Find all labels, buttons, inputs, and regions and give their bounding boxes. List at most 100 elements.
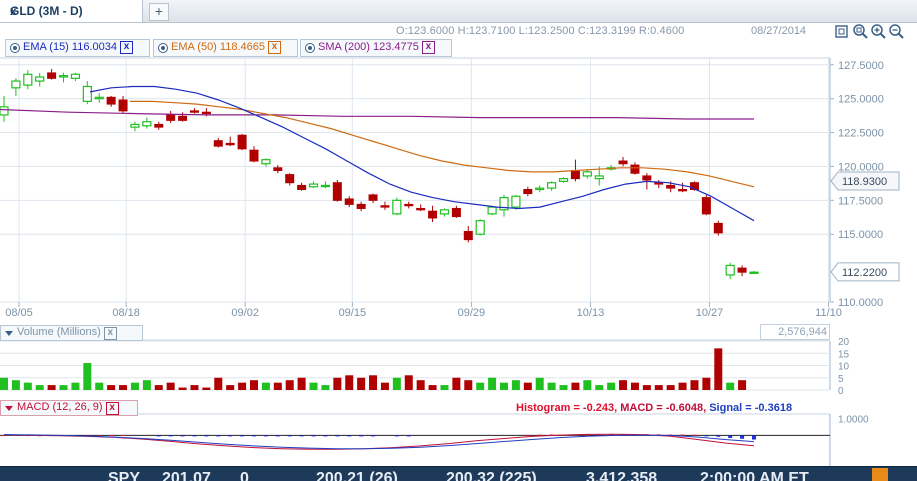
candle-down[interactable] <box>285 174 295 184</box>
macd-panel-header[interactable]: MACD (12, 26, 9) x <box>0 400 138 416</box>
candle-down[interactable] <box>523 188 533 195</box>
macd-histogram-bar <box>228 435 233 437</box>
candle-up[interactable] <box>308 183 319 188</box>
date-tick-label: 08/05 <box>5 307 33 319</box>
candle-up[interactable] <box>261 159 271 165</box>
candle-up[interactable] <box>82 85 92 102</box>
candle-down[interactable] <box>451 207 461 218</box>
volume-title: Volume (Millions) <box>17 326 101 338</box>
candle-down[interactable] <box>654 182 664 185</box>
macd-histogram-bar <box>2 435 6 437</box>
volume-bar <box>642 385 651 390</box>
candle-down[interactable] <box>106 96 116 105</box>
candle-up[interactable] <box>94 96 104 100</box>
macd-histogram-bar <box>525 434 530 436</box>
remove-panel-icon[interactable]: x <box>105 402 119 415</box>
candle-down[interactable] <box>630 164 640 174</box>
candle-down[interactable] <box>213 140 223 147</box>
volume-tick-label: 0 <box>838 386 844 397</box>
candle-down[interactable] <box>463 231 473 241</box>
candle-up[interactable] <box>475 220 485 235</box>
volume-bar <box>523 382 532 390</box>
candle-down[interactable] <box>189 110 199 113</box>
candle-up[interactable] <box>487 206 497 215</box>
volume-bar <box>35 385 44 390</box>
candle-down[interactable] <box>368 194 378 201</box>
volume-bar <box>654 385 663 390</box>
candle-down[interactable] <box>570 170 580 180</box>
candle-down[interactable] <box>237 134 247 150</box>
candle-down[interactable] <box>428 210 438 219</box>
candle-up[interactable] <box>725 264 735 276</box>
macd-histogram-bar <box>347 435 352 437</box>
macd-histogram-bar <box>704 435 709 437</box>
candle-up[interactable] <box>11 80 21 89</box>
candle-up[interactable] <box>70 73 81 79</box>
candle-up[interactable] <box>594 175 604 180</box>
candle-down[interactable] <box>249 149 259 162</box>
macd-histogram-bar <box>263 435 268 437</box>
candle-down[interactable] <box>154 123 164 128</box>
candle-up[interactable] <box>582 171 592 177</box>
collapse-arrow-icon[interactable] <box>5 331 13 336</box>
candle-down[interactable] <box>701 197 711 215</box>
candle-down[interactable] <box>47 72 57 79</box>
candle-down[interactable] <box>118 99 128 112</box>
candle-down[interactable] <box>344 198 354 205</box>
volume-tick-label: 15 <box>838 349 850 360</box>
macd-histogram-bar <box>192 435 197 437</box>
candle-down[interactable] <box>737 267 747 273</box>
candle-down[interactable] <box>666 184 676 189</box>
candle-up[interactable] <box>130 123 140 128</box>
candle-down[interactable] <box>297 184 307 190</box>
candle-down[interactable] <box>642 175 652 181</box>
candle-down[interactable] <box>225 142 235 146</box>
candle-up[interactable] <box>547 182 557 189</box>
volume-bar <box>238 382 247 390</box>
macd-histogram-bar <box>394 435 399 437</box>
candle-down[interactable] <box>356 203 366 209</box>
ticker-volume: 3,412,358 <box>586 470 658 481</box>
candle-down[interactable] <box>380 205 390 208</box>
macd-histogram-bar <box>716 435 721 437</box>
volume-bar <box>535 377 544 390</box>
candle-up[interactable] <box>511 195 521 208</box>
candle-up[interactable] <box>392 199 402 215</box>
candle-down[interactable] <box>201 111 211 115</box>
collapse-arrow-icon[interactable] <box>5 406 13 411</box>
volume-panel-header[interactable]: Volume (Millions) x <box>0 325 143 341</box>
remove-panel-icon[interactable]: x <box>103 327 117 340</box>
candle-down[interactable] <box>713 222 723 234</box>
macd-histogram-bar <box>299 435 304 437</box>
candle-down[interactable] <box>178 115 188 121</box>
candle-down[interactable] <box>618 160 628 165</box>
volume-bar <box>476 382 485 390</box>
volume-bar <box>714 348 723 390</box>
volume-bar <box>726 382 735 390</box>
candle-up[interactable] <box>142 121 152 127</box>
ticker-symbol[interactable]: SPY <box>108 470 140 481</box>
candle-up[interactable] <box>439 209 450 215</box>
candle-down[interactable] <box>166 114 176 121</box>
volume-bar <box>380 382 389 390</box>
candle-down[interactable] <box>678 188 688 192</box>
candle-up[interactable] <box>749 271 759 274</box>
candle-up[interactable] <box>58 75 69 78</box>
candle-up[interactable] <box>535 187 545 191</box>
ticker-ask: 200.32 (225) <box>446 470 537 481</box>
alert-icon[interactable] <box>872 468 888 481</box>
candle-up[interactable] <box>320 184 331 188</box>
candle-up[interactable] <box>35 76 45 82</box>
candle-up[interactable] <box>23 73 33 86</box>
volume-bar <box>619 380 628 390</box>
candle-down[interactable] <box>416 207 426 211</box>
candle-up[interactable] <box>0 106 9 116</box>
candle-up[interactable] <box>558 178 569 182</box>
separator: , <box>614 402 618 414</box>
candle-down[interactable] <box>404 203 414 207</box>
candle-down[interactable] <box>273 167 283 172</box>
volume-bar <box>285 380 294 390</box>
volume-bar <box>261 382 270 390</box>
candle-down[interactable] <box>332 182 342 201</box>
macd-histogram-bar <box>252 435 256 437</box>
